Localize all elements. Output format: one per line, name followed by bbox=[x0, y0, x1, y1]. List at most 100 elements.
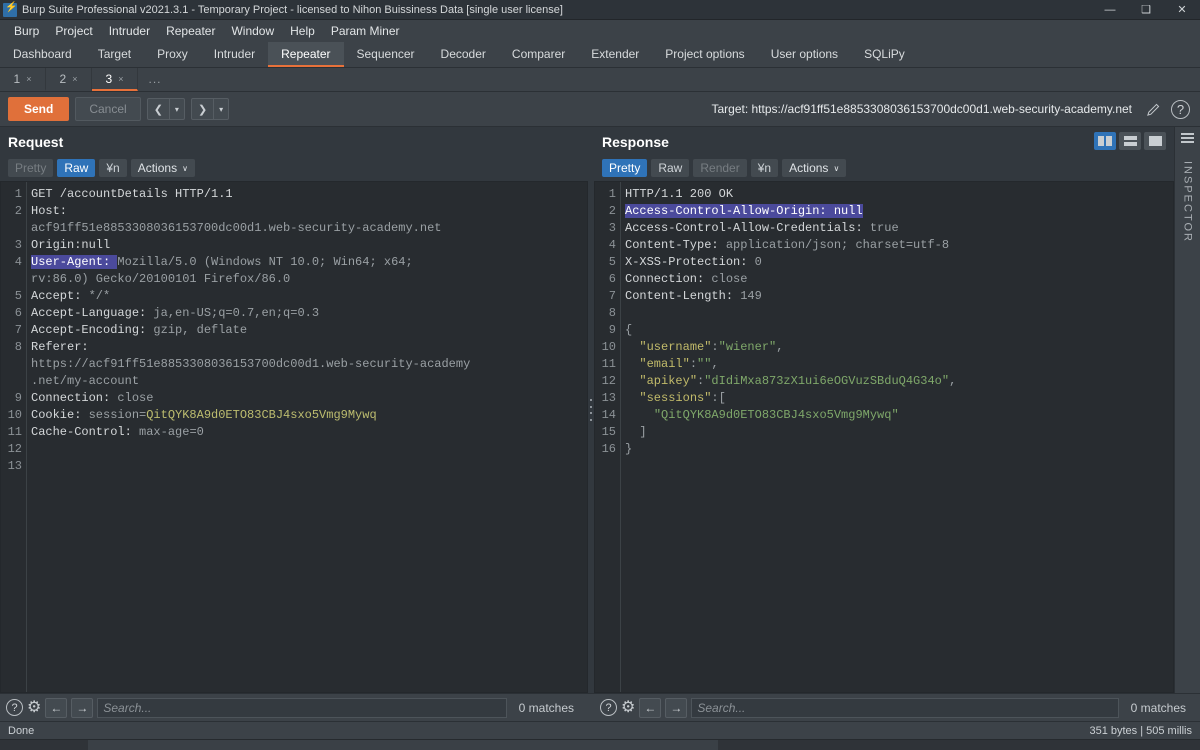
view-tab-label: Raw bbox=[658, 161, 683, 175]
code-segment: session= bbox=[88, 408, 147, 422]
request-view-tab-¥n[interactable]: ¥n bbox=[99, 159, 127, 177]
tab-extender[interactable]: Extender bbox=[578, 42, 652, 67]
request-code[interactable]: GET /accountDetails HTTP/1.1 Host: acf91f… bbox=[27, 182, 587, 692]
tab-sequencer[interactable]: Sequencer bbox=[344, 42, 428, 67]
code-segment: QitQYK8A9d0ETO83CBJ4sxo5Vmg9Mywq bbox=[146, 408, 377, 422]
burp-logo-icon bbox=[3, 2, 17, 17]
response-view-tab-render[interactable]: Render bbox=[693, 159, 747, 177]
tab-target[interactable]: Target bbox=[85, 42, 144, 67]
response-view-tab-actions[interactable]: Actions ∨ bbox=[782, 159, 847, 177]
code-segment: https://acf91ff51e8853308036153700dc00d1… bbox=[31, 357, 471, 371]
tab-intruder[interactable]: Intruder bbox=[201, 42, 268, 67]
close-button[interactable]: ✕ bbox=[1164, 0, 1200, 20]
code-line: Accept: */* bbox=[31, 288, 587, 305]
help-icon[interactable]: ? bbox=[6, 699, 23, 716]
repeater-action-bar: Send Cancel ❮ ▾ ❯ ▾ Target: https://acf9… bbox=[0, 92, 1200, 127]
request-view-tabs: Pretty Raw ¥n Actions ∨ bbox=[0, 157, 588, 181]
cancel-button[interactable]: Cancel bbox=[75, 97, 141, 121]
search-row: ? ⚙ ← → 0 matches ? ⚙ ← → 0 matches bbox=[0, 693, 1200, 721]
splitter-grip-icon[interactable] bbox=[590, 399, 592, 421]
request-view-tab-raw[interactable]: Raw bbox=[57, 159, 96, 177]
close-icon[interactable]: × bbox=[118, 74, 123, 84]
response-view-tab-pretty[interactable]: Pretty bbox=[602, 159, 648, 177]
taskbar-segment bbox=[0, 740, 88, 750]
repeater-tab-more[interactable]: ... bbox=[138, 68, 172, 91]
menu-item-intruder[interactable]: Intruder bbox=[101, 22, 158, 40]
menu-item-help[interactable]: Help bbox=[282, 22, 323, 40]
code-segment: , bbox=[776, 340, 784, 354]
tab-sqlipy[interactable]: SQLiPy bbox=[851, 42, 918, 67]
response-view-tab-¥n[interactable]: ¥n bbox=[750, 159, 779, 177]
code-line: Access-Control-Allow-Origin: null bbox=[625, 203, 1173, 220]
repeater-tab-2[interactable]: 2 × bbox=[46, 68, 92, 91]
split-vertical-icon[interactable] bbox=[1094, 132, 1116, 150]
response-view-tab-raw[interactable]: Raw bbox=[651, 159, 690, 177]
line-number: 12 bbox=[601, 374, 616, 388]
tab-dashboard[interactable]: Dashboard bbox=[0, 42, 85, 67]
tab-proxy[interactable]: Proxy bbox=[144, 42, 201, 67]
code-segment: 149 bbox=[740, 289, 762, 303]
menu-item-window[interactable]: Window bbox=[223, 22, 282, 40]
close-icon[interactable]: × bbox=[72, 74, 77, 84]
menu-item-repeater[interactable]: Repeater bbox=[158, 22, 223, 40]
tab-project-options[interactable]: Project options bbox=[652, 42, 757, 67]
highlighted-text: User-Agent: bbox=[31, 255, 118, 269]
inspector-rail[interactable]: INSPECTOR bbox=[1174, 127, 1200, 693]
request-view-tab-actions[interactable]: Actions ∨ bbox=[130, 159, 195, 177]
tab-user-options[interactable]: User options bbox=[758, 42, 851, 67]
code-line: User-Agent: Mozilla/5.0 (Windows NT 10.0… bbox=[31, 254, 587, 271]
view-tab-label: Raw bbox=[64, 161, 89, 175]
single-pane-icon[interactable] bbox=[1144, 132, 1166, 150]
tab-repeater[interactable]: Repeater bbox=[268, 42, 344, 67]
line-number: 15 bbox=[601, 425, 616, 439]
response-editor[interactable]: 1 2 3 4 5 6 7 8 9 10 11 12 13 14 15 16 HTTP/1.1 200 OK A… bbox=[594, 181, 1174, 693]
menu-item-burp[interactable]: Burp bbox=[6, 22, 47, 40]
code-line: HTTP/1.1 200 OK bbox=[625, 186, 1173, 203]
response-code[interactable]: HTTP/1.1 200 OK Access-Control-Allow-Orig… bbox=[621, 182, 1173, 692]
request-search-input[interactable] bbox=[97, 697, 507, 718]
tab-comparer[interactable]: Comparer bbox=[499, 42, 578, 67]
code-segment: "QitQYK8A9d0ETO83CBJ4sxo5Vmg9Mywq" bbox=[625, 408, 899, 422]
code-line: { bbox=[625, 322, 1173, 339]
back-history-button[interactable]: ❮ ▾ bbox=[146, 98, 185, 120]
line-number: 1 bbox=[608, 187, 616, 201]
chevron-down-icon[interactable]: ▾ bbox=[170, 105, 184, 114]
split-horizontal-icon[interactable] bbox=[1119, 132, 1141, 150]
chevron-down-icon: ∨ bbox=[182, 163, 188, 173]
line-number: 12 bbox=[7, 442, 22, 456]
menu-item-param-miner[interactable]: Param Miner bbox=[323, 22, 408, 40]
help-icon[interactable]: ? bbox=[600, 699, 617, 716]
repeater-tab-1[interactable]: 1 × bbox=[0, 68, 46, 91]
view-tab-label: Actions bbox=[789, 161, 829, 175]
code-segment: X-XSS-Protection: bbox=[625, 255, 755, 269]
search-next-button[interactable]: → bbox=[71, 697, 94, 718]
menu-item-project[interactable]: Project bbox=[47, 22, 100, 40]
send-button[interactable]: Send bbox=[8, 97, 70, 121]
gear-icon[interactable]: ⚙ bbox=[27, 699, 41, 716]
search-prev-button[interactable]: ← bbox=[45, 697, 68, 718]
request-editor[interactable]: 12 34 5678 9 10 11 12 13 GET /accountDetails… bbox=[0, 181, 588, 693]
code-segment: Accept-Encoding: bbox=[31, 323, 154, 337]
code-line: "username":"wiener", bbox=[625, 339, 1173, 356]
hamburger-icon[interactable] bbox=[1181, 133, 1194, 143]
code-line: Content-Type: application/json; charset=… bbox=[625, 237, 1173, 254]
pencil-icon[interactable] bbox=[1146, 102, 1161, 117]
code-segment: , bbox=[711, 357, 719, 371]
request-view-tab-pretty[interactable]: Pretty bbox=[8, 159, 54, 177]
maximize-button[interactable]: ❑ bbox=[1128, 0, 1164, 20]
minimize-button[interactable]: — bbox=[1092, 0, 1128, 20]
line-number: 6 bbox=[608, 272, 616, 286]
tab-decoder[interactable]: Decoder bbox=[428, 42, 499, 67]
search-next-button[interactable]: → bbox=[665, 697, 688, 718]
response-search-input[interactable] bbox=[691, 697, 1119, 718]
code-segment: } bbox=[625, 442, 633, 456]
chevron-down-icon[interactable]: ▾ bbox=[214, 105, 228, 114]
help-icon[interactable]: ? bbox=[1171, 99, 1190, 119]
repeater-tab-3[interactable]: 3 × bbox=[92, 68, 138, 91]
gear-icon[interactable]: ⚙ bbox=[621, 699, 635, 716]
view-tab-label: Render bbox=[700, 161, 740, 175]
forward-history-button[interactable]: ❯ ▾ bbox=[190, 98, 230, 120]
search-prev-button[interactable]: ← bbox=[639, 697, 662, 718]
close-icon[interactable]: × bbox=[26, 74, 31, 84]
